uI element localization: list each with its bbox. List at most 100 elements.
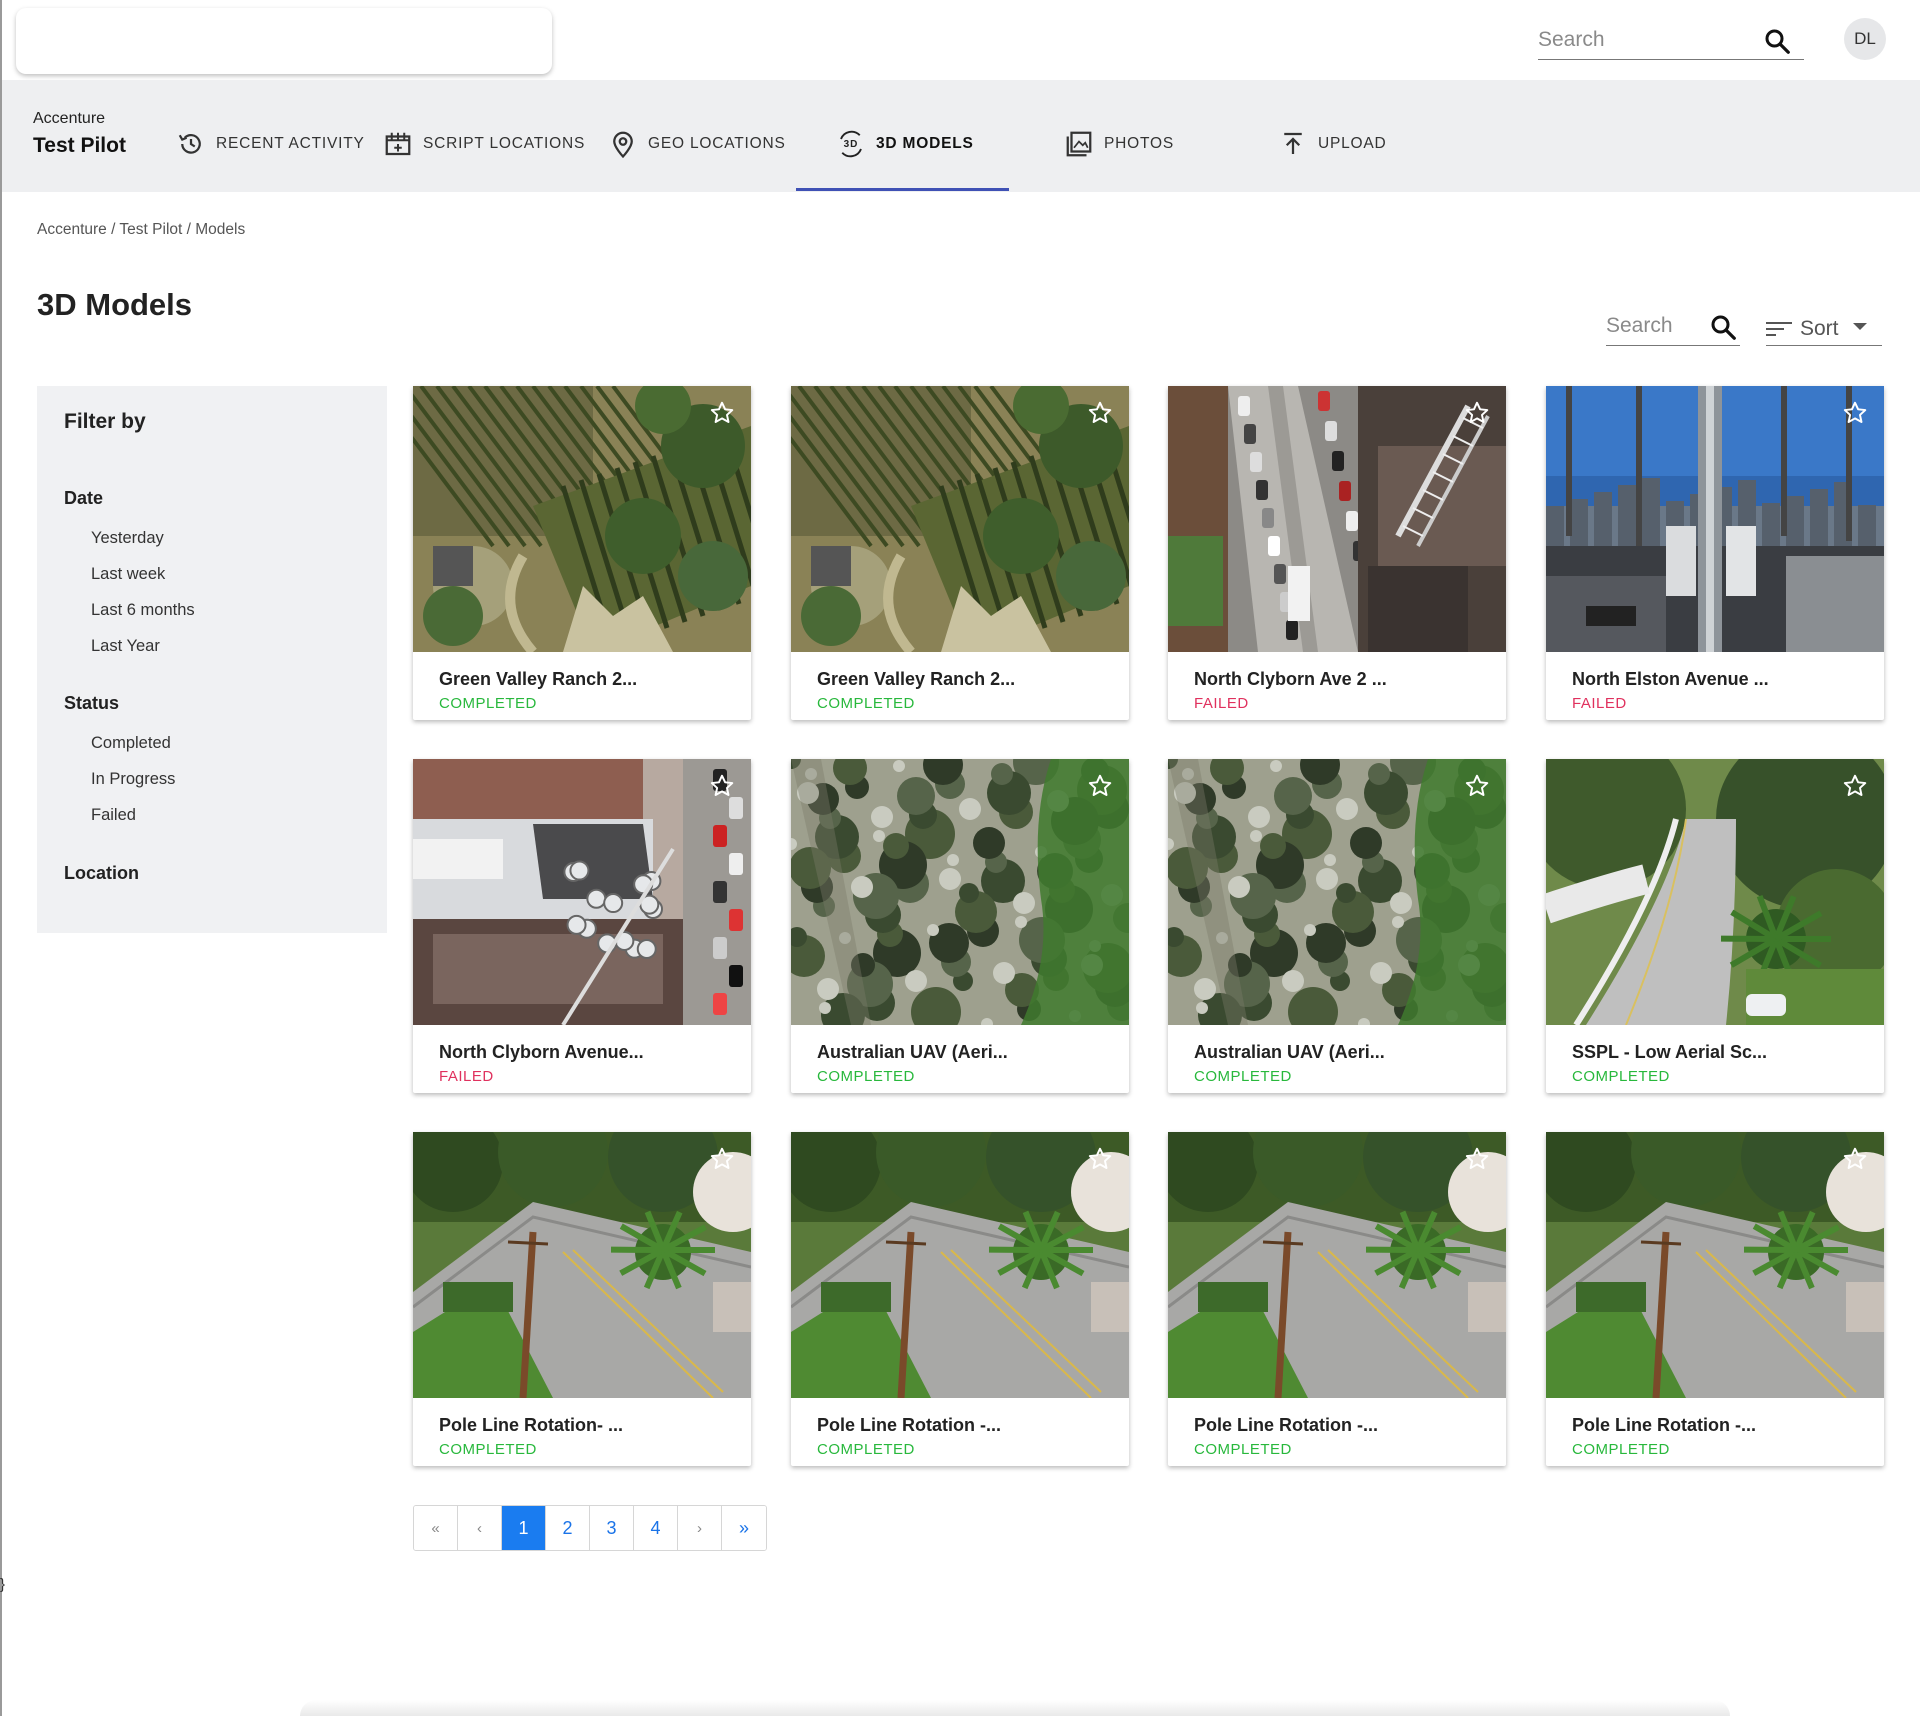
page-button-3[interactable]: 3 — [590, 1506, 634, 1550]
prev-page-button[interactable]: ‹ — [458, 1506, 502, 1550]
star-icon[interactable] — [1842, 1146, 1868, 1172]
filter-option-in-progress[interactable]: In Progress — [91, 770, 175, 789]
model-status: FAILED — [1194, 695, 1249, 712]
model-name: Australian UAV (Aeri... — [817, 1042, 1008, 1062]
model-card[interactable]: North Clyborn Ave 2 ... FAILED — [1168, 386, 1506, 720]
model-status: COMPLETED — [817, 695, 915, 712]
filter-status-title: Status — [64, 693, 120, 713]
model-status: COMPLETED — [439, 1441, 537, 1458]
logo-placeholder[interactable] — [16, 8, 552, 74]
model-card[interactable]: Pole Line Rotation -... COMPLETED — [1168, 1132, 1506, 1466]
model-thumbnail[interactable] — [791, 1132, 1129, 1398]
tab-script-locations[interactable]: SCRIPT LOCATIONS — [383, 122, 585, 166]
tab-geo-locations[interactable]: GEO LOCATIONS — [608, 122, 786, 166]
script-locations-icon — [385, 132, 411, 156]
tab-upload[interactable]: UPLOAD — [1278, 122, 1387, 166]
star-icon[interactable] — [1087, 400, 1113, 426]
filter-option-last-year[interactable]: Last Year — [91, 637, 160, 656]
model-status: COMPLETED — [817, 1441, 915, 1458]
svg-text:3D: 3D — [844, 139, 859, 150]
page-button-4[interactable]: 4 — [634, 1506, 678, 1550]
page-title: 3D Models — [37, 287, 193, 322]
model-thumbnail[interactable] — [1546, 386, 1884, 652]
tab-label: RECENT ACTIVITY — [216, 135, 365, 152]
tab-label: 3D MODELS — [876, 135, 974, 152]
model-thumbnail[interactable] — [1546, 1132, 1884, 1398]
star-icon[interactable] — [709, 400, 735, 426]
tab-photos[interactable]: PHOTOS — [1064, 122, 1174, 166]
model-status: COMPLETED — [817, 1068, 915, 1085]
last-page-button[interactable]: » — [722, 1506, 766, 1550]
star-icon[interactable] — [1464, 773, 1490, 799]
model-thumbnail[interactable] — [791, 759, 1129, 1025]
model-thumbnail[interactable] — [413, 1132, 751, 1398]
map-pin-icon — [613, 131, 633, 159]
tab-label: PHOTOS — [1104, 135, 1174, 152]
model-thumbnail[interactable] — [1168, 759, 1506, 1025]
star-icon[interactable] — [1464, 400, 1490, 426]
chevron-down-icon — [1852, 323, 1867, 330]
star-icon[interactable] — [1087, 773, 1113, 799]
filter-location-title[interactable]: Location — [64, 863, 139, 884]
filter-title: Filter by — [64, 410, 146, 433]
model-name: Pole Line Rotation -... — [1194, 1415, 1378, 1435]
filter-option-last-week[interactable]: Last week — [91, 565, 165, 584]
model-card[interactable]: Australian UAV (Aeri... COMPLETED — [1168, 759, 1506, 1093]
model-name: Green Valley Ranch 2... — [439, 669, 638, 689]
page-button-2[interactable]: 2 — [546, 1506, 590, 1550]
breadcrumb[interactable]: Accenture / Test Pilot / Models — [37, 221, 245, 239]
upload-icon — [1284, 132, 1302, 154]
search-icon[interactable] — [1708, 312, 1738, 342]
filter-panel: Filter by Date Yesterday Last week Last … — [37, 386, 387, 933]
sort-dropdown[interactable]: Sort — [1766, 312, 1882, 346]
model-card[interactable]: Pole Line Rotation- ... COMPLETED — [413, 1132, 751, 1466]
model-thumbnail[interactable] — [1168, 386, 1506, 652]
model-thumbnail[interactable] — [1168, 1132, 1506, 1398]
avatar[interactable]: DL — [1844, 18, 1886, 60]
model-card[interactable]: North Elston Avenue ... FAILED — [1546, 386, 1884, 720]
tab-3d-models[interactable]: 3D 3D MODELS — [836, 122, 974, 166]
model-thumbnail[interactable] — [413, 386, 751, 652]
star-icon[interactable] — [1087, 1146, 1113, 1172]
star-icon[interactable] — [1842, 773, 1868, 799]
model-card[interactable]: Pole Line Rotation -... COMPLETED — [791, 1132, 1129, 1466]
star-icon[interactable] — [1464, 1146, 1490, 1172]
org-name: Accenture — [33, 110, 106, 127]
model-thumbnail[interactable] — [413, 759, 751, 1025]
model-card[interactable]: Australian UAV (Aeri... COMPLETED — [791, 759, 1129, 1093]
tab-label: GEO LOCATIONS — [648, 135, 786, 152]
search-icon[interactable] — [1762, 26, 1792, 56]
model-card[interactable]: Green Valley Ranch 2... COMPLETED — [791, 386, 1129, 720]
models-search[interactable] — [1606, 308, 1740, 346]
model-thumbnail[interactable] — [1546, 759, 1884, 1025]
global-search[interactable] — [1538, 22, 1804, 60]
models-search-input[interactable] — [1606, 308, 1702, 344]
window-left-edge — [0, 80, 2, 1716]
model-card[interactable]: SSPL - Low Aerial Sc... COMPLETED — [1546, 759, 1884, 1093]
star-icon[interactable] — [1842, 400, 1868, 426]
tab-label: UPLOAD — [1318, 135, 1387, 152]
model-name: North Elston Avenue ... — [1572, 669, 1769, 689]
global-search-input[interactable] — [1538, 22, 1738, 58]
filter-option-yesterday[interactable]: Yesterday — [91, 529, 164, 548]
model-card[interactable]: Pole Line Rotation -... COMPLETED — [1546, 1132, 1884, 1466]
model-card[interactable]: North Clyborn Avenue... FAILED — [413, 759, 751, 1093]
model-status: COMPLETED — [1194, 1068, 1292, 1085]
active-tab-indicator — [796, 188, 1009, 191]
sort-label: Sort — [1800, 316, 1839, 340]
filter-option-completed[interactable]: Completed — [91, 734, 171, 753]
model-status: COMPLETED — [1572, 1068, 1670, 1085]
first-page-button[interactable]: « — [414, 1506, 458, 1550]
model-name: Australian UAV (Aeri... — [1194, 1042, 1385, 1062]
next-page-button[interactable]: › — [678, 1506, 722, 1550]
model-thumbnail[interactable] — [791, 386, 1129, 652]
tab-recent-activity[interactable]: RECENT ACTIVITY — [176, 122, 365, 166]
project-name: Test Pilot — [33, 134, 126, 157]
page-button-1[interactable]: 1 — [502, 1506, 546, 1550]
filter-option-last-6-months[interactable]: Last 6 months — [91, 601, 195, 620]
star-icon[interactable] — [709, 773, 735, 799]
filter-option-failed[interactable]: Failed — [91, 806, 136, 825]
model-card[interactable]: Green Valley Ranch 2... COMPLETED — [413, 386, 751, 720]
star-icon[interactable] — [709, 1146, 735, 1172]
stray-brace: } — [0, 1576, 6, 1593]
